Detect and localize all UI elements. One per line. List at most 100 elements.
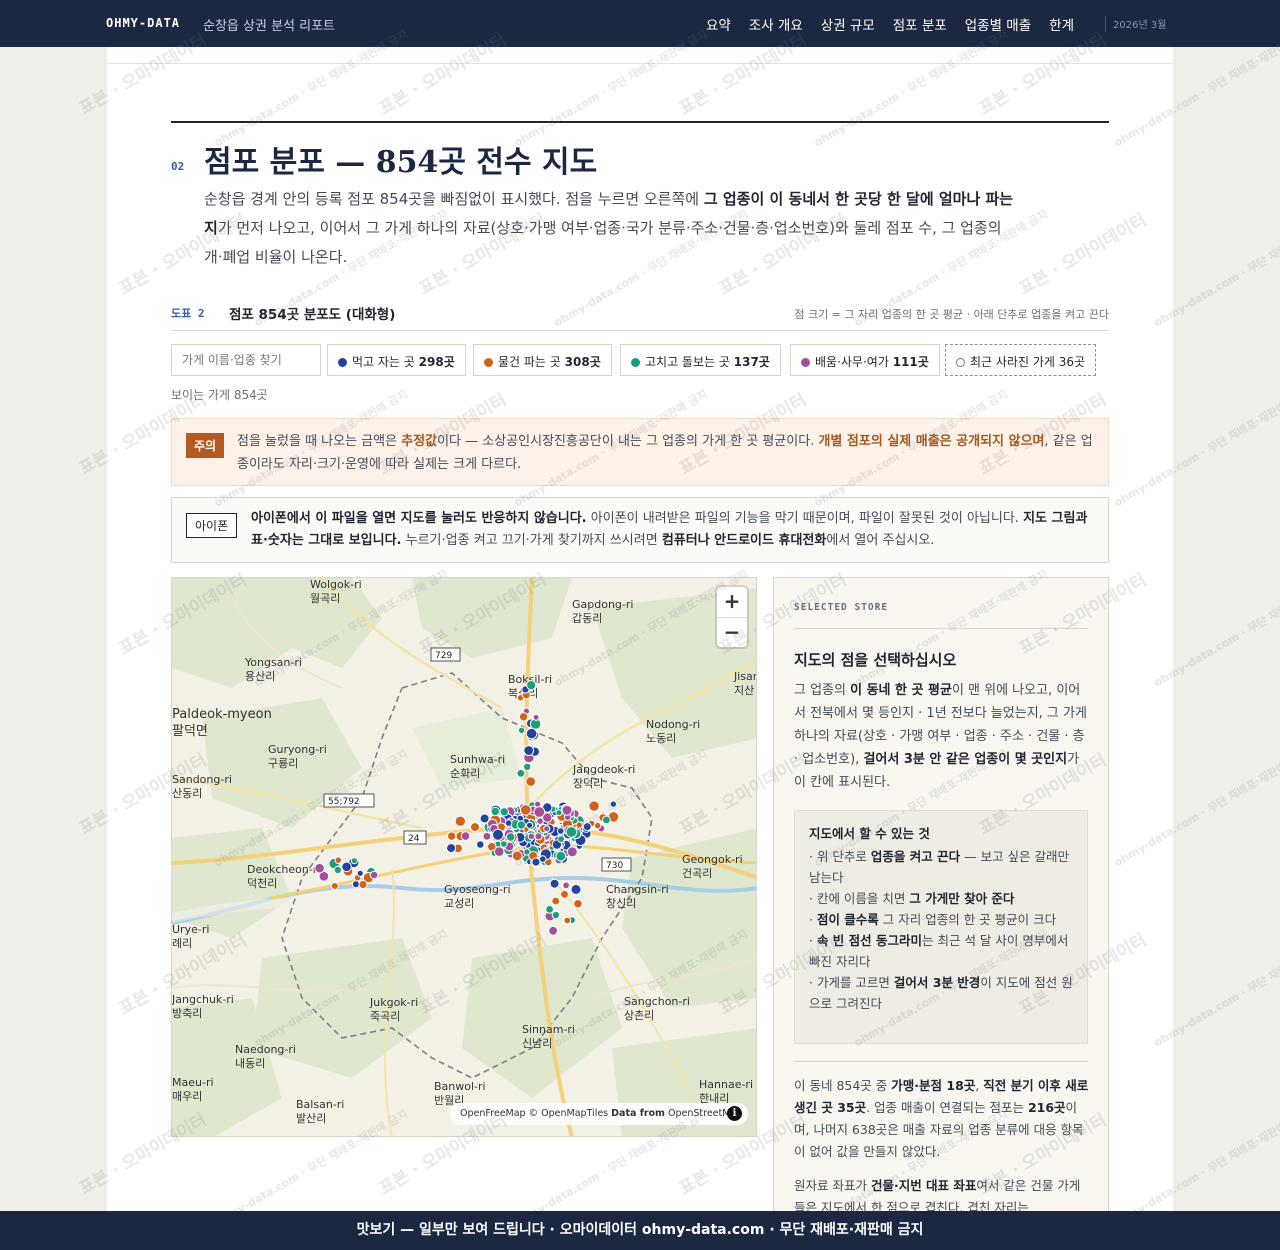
- store-dot[interactable]: [447, 831, 457, 841]
- store-dot[interactable]: [505, 832, 516, 842]
- bold: 개별 점포의 실제 매출은 공개되지 않으며: [818, 434, 1045, 449]
- store-search-input[interactable]: [171, 344, 321, 376]
- nav-link-summary[interactable]: 요약: [706, 14, 731, 34]
- place-label: Jangdeok-ri: [572, 763, 635, 776]
- filter-chip-care[interactable]: 고치고 돌보는 곳 137곳: [620, 344, 781, 376]
- store-dot[interactable]: [356, 869, 364, 877]
- store-dot[interactable]: [525, 776, 537, 787]
- store-dot[interactable]: [525, 727, 538, 740]
- store-map[interactable]: Wolgok-ri 월곡리 Gapdong-ri 갑동리 Yongsan-ri 용산리 Bo…: [171, 577, 757, 1137]
- map-canvas[interactable]: Wolgok-ri월곡리 Gapdong-ri갑동리Yongsan-ri용산리 Bo…: [172, 578, 757, 1137]
- store-dot[interactable]: [526, 821, 534, 829]
- filter-chip-shop[interactable]: 물건 파는 곳 308곳: [473, 344, 612, 376]
- store-dot[interactable]: [593, 821, 602, 830]
- store-dot[interactable]: [454, 815, 466, 828]
- store-dot[interactable]: [511, 850, 523, 862]
- store-dot[interactable]: [523, 762, 532, 772]
- store-dot[interactable]: [566, 846, 578, 858]
- bold: 건물·지번 대표 좌표: [870, 1178, 977, 1193]
- store-dot[interactable]: [527, 832, 536, 841]
- store-dot[interactable]: [517, 726, 526, 735]
- store-dot[interactable]: [573, 899, 583, 909]
- store-dot[interactable]: [490, 806, 500, 817]
- brand-logo[interactable]: OHMY-DATA: [106, 16, 180, 30]
- bold: 216곳: [1027, 1100, 1066, 1115]
- store-dot[interactable]: [531, 857, 541, 867]
- store-dot[interactable]: [555, 809, 563, 817]
- text: · 가게를 고르면: [809, 975, 894, 990]
- ios-text: 아이폰에서 이 파일을 열면 지도를 눌러도 반응하지 않습니다. 아이폰이 내…: [251, 508, 1101, 552]
- nav-link-limits[interactable]: 한계: [1049, 14, 1074, 34]
- store-dot[interactable]: [545, 905, 555, 914]
- store-dot[interactable]: [516, 769, 526, 778]
- store-dot[interactable]: [609, 800, 618, 808]
- store-dot[interactable]: [358, 879, 368, 890]
- zoom-out-button[interactable]: −: [717, 617, 747, 647]
- store-dot[interactable]: [563, 916, 572, 925]
- store-dot[interactable]: [543, 825, 551, 833]
- store-dot[interactable]: [333, 865, 342, 875]
- store-dot[interactable]: [548, 925, 559, 936]
- store-dot[interactable]: [334, 856, 343, 865]
- store-dot[interactable]: [476, 840, 485, 849]
- filter-chip-edu[interactable]: 배움·사무·여가 111곳: [790, 344, 940, 376]
- store-dot[interactable]: [588, 800, 600, 812]
- place-label: Gyoseong-ri: [444, 883, 511, 896]
- text: . 업종 매출이 연결되는 점포는: [866, 1100, 1028, 1115]
- store-dot[interactable]: [341, 861, 352, 873]
- store-dot[interactable]: [549, 878, 560, 889]
- filter-chip-closed[interactable]: 최근 사라진 가게 36곳: [945, 344, 1097, 376]
- store-dot[interactable]: [523, 745, 535, 756]
- store-dot[interactable]: [519, 804, 532, 816]
- store-dot[interactable]: [536, 817, 544, 825]
- store-dot[interactable]: [534, 832, 543, 841]
- place-label: Sinnam-ri: [522, 1023, 575, 1036]
- store-dot[interactable]: [561, 804, 573, 816]
- divider: [794, 628, 1088, 629]
- store-dot[interactable]: [582, 822, 592, 832]
- store-dot[interactable]: [504, 819, 513, 827]
- store-dot[interactable]: [562, 881, 571, 890]
- store-dot[interactable]: [560, 889, 569, 899]
- store-dot[interactable]: [314, 862, 325, 874]
- store-dot[interactable]: [575, 821, 583, 829]
- info-icon[interactable]: i: [727, 1106, 742, 1121]
- store-dot[interactable]: [539, 855, 547, 863]
- nav-link-sales[interactable]: 업종별 매출: [965, 14, 1031, 34]
- store-dot[interactable]: [460, 831, 471, 841]
- store-dot[interactable]: [518, 712, 529, 722]
- store-dot[interactable]: [492, 828, 504, 841]
- zoom-controls: + −: [717, 587, 747, 647]
- store-dot[interactable]: [493, 846, 505, 857]
- store-dot[interactable]: [330, 882, 339, 890]
- zoom-in-button[interactable]: +: [717, 587, 747, 617]
- store-dot[interactable]: [565, 826, 578, 838]
- store-dot[interactable]: [533, 806, 546, 818]
- store-dot[interactable]: [446, 843, 457, 854]
- store-dot[interactable]: [500, 840, 508, 848]
- store-dot[interactable]: [570, 884, 582, 895]
- attribution-text[interactable]: OpenFreeMap © OpenMapTiles: [460, 1108, 611, 1119]
- nav-link-overview[interactable]: 조사 개요: [749, 14, 803, 34]
- store-dot[interactable]: [482, 831, 492, 841]
- store-dot[interactable]: [602, 815, 611, 825]
- store-dot[interactable]: [499, 807, 509, 817]
- section-number: 02: [171, 160, 185, 173]
- store-dot[interactable]: [556, 827, 565, 835]
- store-dot[interactable]: [551, 896, 561, 906]
- store-dot[interactable]: [555, 850, 567, 862]
- place-label: Jangchuk-ri: [172, 993, 234, 1006]
- store-dot[interactable]: [532, 713, 540, 721]
- nav-link-scale[interactable]: 상권 규모: [821, 14, 875, 34]
- store-dot[interactable]: [526, 680, 537, 691]
- store-dot[interactable]: [369, 870, 379, 880]
- store-dot[interactable]: [470, 822, 480, 833]
- store-dot[interactable]: [551, 910, 561, 920]
- place-label-ko: 장덕리: [573, 777, 603, 790]
- store-dot[interactable]: [516, 820, 526, 830]
- store-dot[interactable]: [557, 835, 566, 844]
- nav-link-distribution[interactable]: 점포 분포: [893, 14, 947, 34]
- filter-chip-eat[interactable]: 먹고 자는 곳 298곳: [327, 344, 466, 376]
- store-dot[interactable]: [350, 857, 358, 865]
- text: 이다 — 소상공인시장진흥공단이 내는 그 업종의 가게 한 곳 평균이다.: [437, 434, 819, 449]
